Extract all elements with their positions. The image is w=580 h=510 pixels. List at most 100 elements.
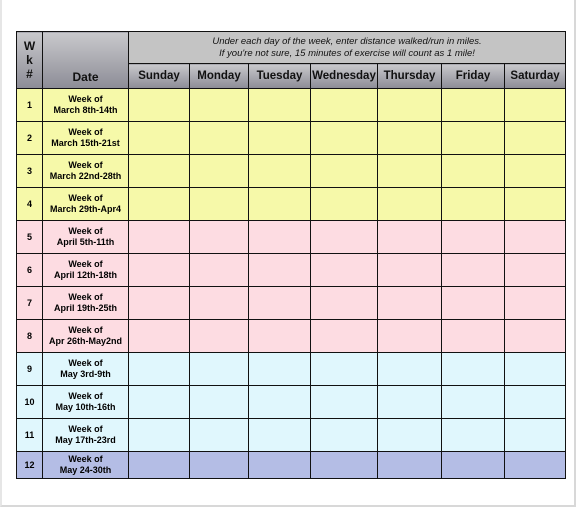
day-header-thursday: Thursday (377, 63, 442, 89)
table-row: 10 Week of May 10th-16th (16, 385, 567, 419)
miles-cell-monday[interactable] (189, 451, 249, 479)
miles-cell-wednesday[interactable] (310, 154, 378, 188)
miles-cell-thursday[interactable] (377, 385, 442, 419)
miles-cell-saturday[interactable] (503, 451, 567, 479)
miles-cell-thursday[interactable] (377, 121, 442, 155)
miles-cell-friday[interactable] (441, 154, 505, 188)
miles-cell-friday[interactable] (441, 451, 505, 479)
miles-cell-thursday[interactable] (377, 352, 442, 386)
miles-cell-saturday[interactable] (503, 88, 567, 122)
miles-cell-monday[interactable] (189, 88, 249, 122)
miles-cell-wednesday[interactable] (310, 352, 378, 386)
day-header-friday: Friday (441, 63, 505, 89)
miles-cell-tuesday[interactable] (248, 253, 311, 287)
miles-cell-sunday[interactable] (128, 385, 190, 419)
day-header-saturday: Saturday (503, 63, 567, 89)
miles-cell-tuesday[interactable] (248, 187, 311, 221)
miles-cell-sunday[interactable] (128, 220, 190, 254)
miles-cell-saturday[interactable] (503, 418, 567, 452)
miles-cell-sunday[interactable] (128, 253, 190, 287)
miles-cell-wednesday[interactable] (310, 319, 378, 353)
miles-cell-monday[interactable] (189, 121, 249, 155)
miles-cell-tuesday[interactable] (248, 451, 311, 479)
miles-cell-friday[interactable] (441, 88, 505, 122)
miles-cell-monday[interactable] (189, 253, 249, 287)
week-number: 3 (16, 154, 43, 188)
miles-cell-saturday[interactable] (503, 187, 567, 221)
miles-cell-sunday[interactable] (128, 319, 190, 353)
miles-cell-sunday[interactable] (128, 352, 190, 386)
week-number: 5 (16, 220, 43, 254)
table-row: 12 Week of May 24-30th (16, 451, 567, 479)
miles-cell-tuesday[interactable] (248, 154, 311, 188)
miles-cell-monday[interactable] (189, 220, 249, 254)
miles-cell-sunday[interactable] (128, 121, 190, 155)
week-number: 11 (16, 418, 43, 452)
miles-cell-wednesday[interactable] (310, 286, 378, 320)
miles-cell-saturday[interactable] (503, 154, 567, 188)
miles-cell-wednesday[interactable] (310, 121, 378, 155)
week-date: Week of May 24-30th (42, 451, 129, 479)
miles-cell-monday[interactable] (189, 418, 249, 452)
miles-cell-tuesday[interactable] (248, 319, 311, 353)
week-date: Week of April 19th-25th (42, 286, 129, 320)
miles-cell-friday[interactable] (441, 286, 505, 320)
miles-cell-thursday[interactable] (377, 319, 442, 353)
miles-cell-saturday[interactable] (503, 319, 567, 353)
table-row: 3 Week of March 22nd-28th (16, 154, 567, 188)
walking-log-table: Wk # Date Under each day of the week, ent… (16, 31, 567, 479)
miles-cell-monday[interactable] (189, 352, 249, 386)
miles-cell-saturday[interactable] (503, 121, 567, 155)
miles-cell-monday[interactable] (189, 385, 249, 419)
miles-cell-thursday[interactable] (377, 253, 442, 287)
miles-cell-thursday[interactable] (377, 286, 442, 320)
miles-cell-wednesday[interactable] (310, 385, 378, 419)
miles-cell-friday[interactable] (441, 253, 505, 287)
miles-cell-thursday[interactable] (377, 154, 442, 188)
miles-cell-sunday[interactable] (128, 154, 190, 188)
miles-cell-monday[interactable] (189, 286, 249, 320)
miles-cell-thursday[interactable] (377, 88, 442, 122)
miles-cell-tuesday[interactable] (248, 220, 311, 254)
miles-cell-friday[interactable] (441, 418, 505, 452)
miles-cell-saturday[interactable] (503, 220, 567, 254)
miles-cell-friday[interactable] (441, 220, 505, 254)
miles-cell-thursday[interactable] (377, 451, 442, 479)
miles-cell-thursday[interactable] (377, 187, 442, 221)
miles-cell-monday[interactable] (189, 154, 249, 188)
miles-cell-friday[interactable] (441, 385, 505, 419)
miles-cell-monday[interactable] (189, 187, 249, 221)
miles-cell-friday[interactable] (441, 319, 505, 353)
miles-cell-wednesday[interactable] (310, 220, 378, 254)
miles-cell-friday[interactable] (441, 187, 505, 221)
miles-cell-sunday[interactable] (128, 286, 190, 320)
miles-cell-wednesday[interactable] (310, 451, 378, 479)
miles-cell-friday[interactable] (441, 121, 505, 155)
miles-cell-saturday[interactable] (503, 253, 567, 287)
miles-cell-monday[interactable] (189, 319, 249, 353)
miles-cell-wednesday[interactable] (310, 253, 378, 287)
week-date: Week of April 5th-11th (42, 220, 129, 254)
miles-cell-tuesday[interactable] (248, 286, 311, 320)
miles-cell-wednesday[interactable] (310, 187, 378, 221)
miles-cell-saturday[interactable] (503, 352, 567, 386)
miles-cell-tuesday[interactable] (248, 418, 311, 452)
miles-cell-thursday[interactable] (377, 418, 442, 452)
miles-cell-saturday[interactable] (503, 286, 567, 320)
miles-cell-tuesday[interactable] (248, 385, 311, 419)
miles-cell-thursday[interactable] (377, 220, 442, 254)
miles-cell-friday[interactable] (441, 352, 505, 386)
miles-cell-sunday[interactable] (128, 187, 190, 221)
miles-cell-tuesday[interactable] (248, 88, 311, 122)
miles-cell-tuesday[interactable] (248, 121, 311, 155)
miles-cell-wednesday[interactable] (310, 88, 378, 122)
miles-cell-sunday[interactable] (128, 451, 190, 479)
miles-cell-tuesday[interactable] (248, 352, 311, 386)
week-date: Week of May 3rd-9th (42, 352, 129, 386)
miles-cell-sunday[interactable] (128, 418, 190, 452)
miles-cell-wednesday[interactable] (310, 418, 378, 452)
miles-cell-sunday[interactable] (128, 88, 190, 122)
miles-cell-saturday[interactable] (503, 385, 567, 419)
table-row: 11 Week of May 17th-23rd (16, 418, 567, 452)
table-row: 4 Week of March 29th-Apr4 (16, 187, 567, 221)
